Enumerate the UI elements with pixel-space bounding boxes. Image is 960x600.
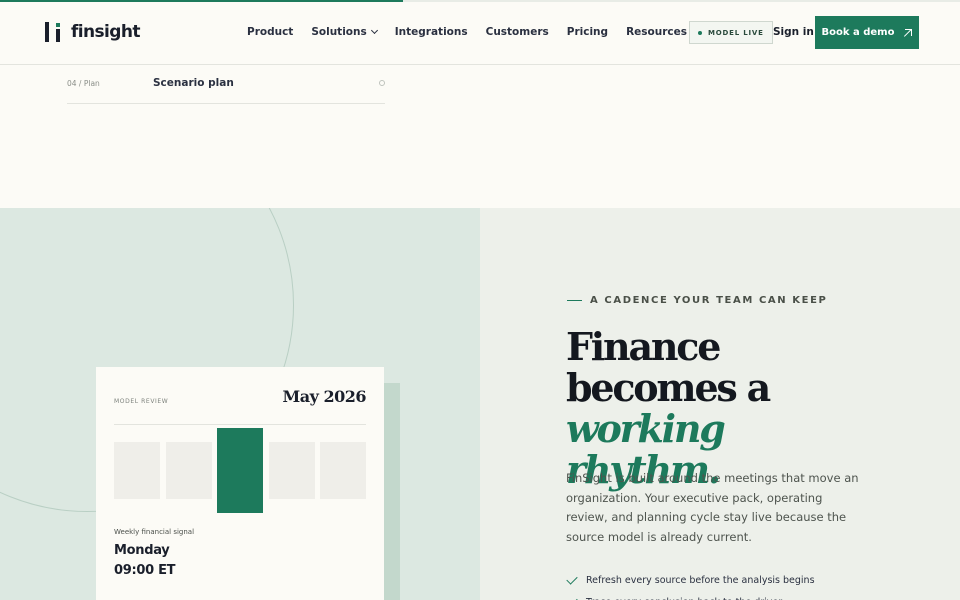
- sign-in-link[interactable]: Sign in: [773, 26, 814, 38]
- nav-item-solutions[interactable]: Solutions: [311, 26, 378, 38]
- bar: [320, 441, 366, 500]
- checkmark-icon: [566, 594, 578, 600]
- card-label: MODEL REVIEW: [114, 398, 169, 405]
- chevron-down-icon: [370, 26, 378, 35]
- logo-mark-icon: [45, 22, 64, 42]
- signal-label: Weekly financial signal: [114, 528, 195, 536]
- eyebrow-dash: [567, 300, 582, 301]
- site-header: finsight Product Solutions Integrations Cus…: [0, 0, 960, 65]
- bar: [114, 441, 160, 500]
- card-divider: [114, 424, 366, 425]
- model-live-label: MODEL LIVE: [708, 28, 764, 37]
- signal-time: 09:00 ET: [114, 563, 176, 578]
- step-status-circle-icon: [379, 80, 385, 86]
- nav-item-customers[interactable]: Customers: [486, 26, 549, 38]
- eyebrow-text: A CADENCE YOUR TEAM CAN KEEP: [590, 295, 828, 306]
- model-review-card: MODEL REVIEW May 2026 Weekly financial s…: [96, 367, 384, 600]
- bar-active: [217, 428, 263, 513]
- live-status-dot-icon: [698, 30, 702, 35]
- bar: [165, 441, 212, 500]
- brand-name: finsight: [71, 22, 140, 42]
- nav-item-resources[interactable]: Resources: [626, 26, 687, 38]
- model-live-badge: MODEL LIVE: [689, 21, 773, 44]
- nav-item-label: Integrations: [394, 26, 468, 38]
- scroll-progress-track: [0, 0, 960, 2]
- arrow-up-right-icon: [904, 28, 913, 37]
- weekly-bars: [114, 428, 366, 513]
- card-date: May 2026: [282, 387, 367, 406]
- book-demo-label: Book a demo: [821, 27, 895, 38]
- feature-checklist: Refresh every source before the analysis…: [566, 569, 815, 600]
- bar: [268, 441, 315, 500]
- main-nav: Product Solutions Integrations Customers Pri…: [247, 26, 687, 38]
- scroll-progress-fill: [0, 0, 404, 2]
- plan-step-row[interactable]: 04 / Plan Scenario plan: [67, 65, 385, 104]
- checklist-item: Refresh every source before the analysis…: [566, 569, 815, 591]
- checklist-item: Trace every conclusion back to the drive…: [566, 591, 815, 600]
- checklist-item-text: Trace every conclusion back to the drive…: [586, 597, 782, 600]
- checkmark-icon: [566, 572, 578, 585]
- nav-item-label: Customers: [485, 26, 549, 38]
- section-body: FinSight is built around the meetings th…: [566, 471, 859, 544]
- section-eyebrow: A CADENCE YOUR TEAM CAN KEEP: [567, 295, 827, 306]
- headline-main: Finance becomes a: [566, 324, 771, 410]
- nav-item-label: Solutions: [311, 26, 367, 38]
- section-headline: Finance becomes a working rhythm.: [566, 326, 886, 490]
- checklist-item-text: Refresh every source before the analysis…: [586, 574, 815, 586]
- nav-item-pricing[interactable]: Pricing: [567, 26, 608, 38]
- nav-item-label: Pricing: [566, 26, 609, 38]
- plan-step-number: 04 / Plan: [67, 79, 100, 88]
- brand-logo[interactable]: finsight: [45, 22, 140, 42]
- plan-step-title: Scenario plan: [153, 77, 234, 89]
- nav-item-integrations[interactable]: Integrations: [395, 26, 468, 38]
- nav-item-label: Resources: [626, 26, 687, 38]
- nav-item-label: Product: [247, 26, 294, 38]
- book-demo-button[interactable]: Book a demo: [815, 16, 919, 49]
- signal-day: Monday: [114, 543, 170, 558]
- nav-item-product[interactable]: Product: [247, 26, 293, 38]
